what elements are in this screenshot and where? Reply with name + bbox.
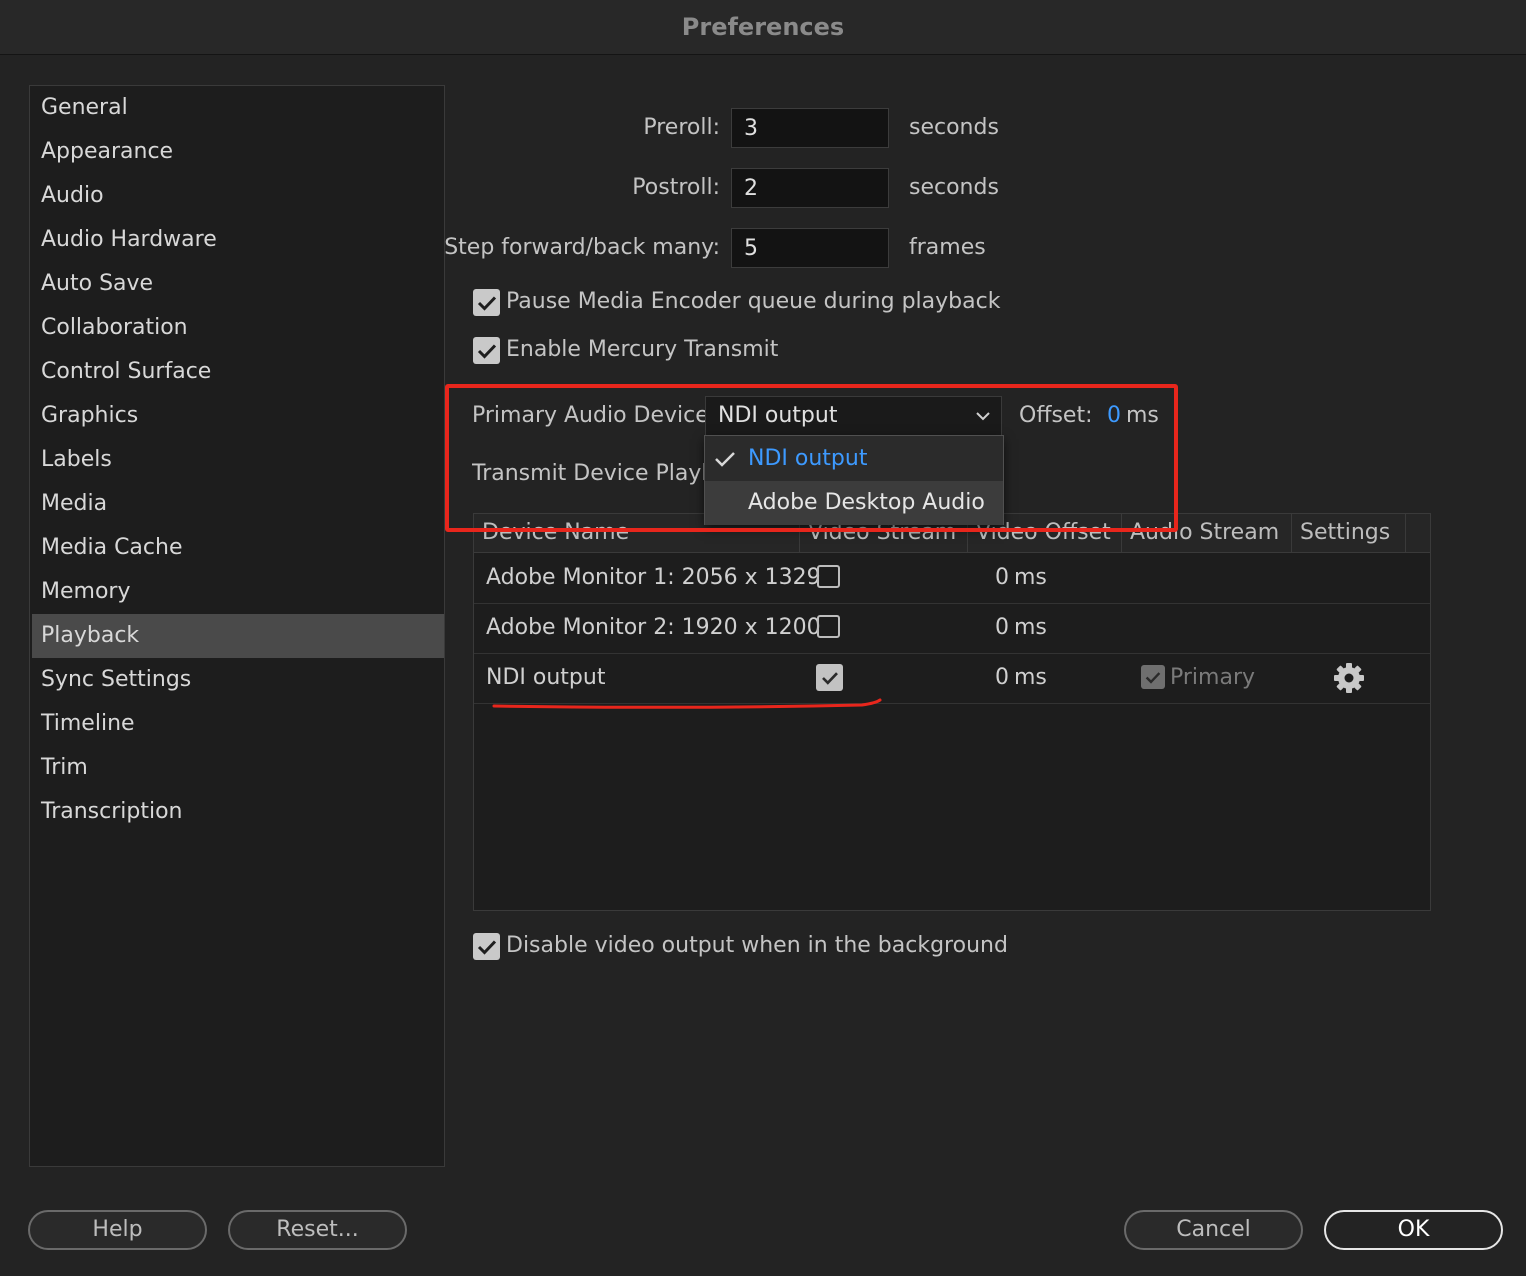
table-row: Adobe Monitor 1: 2056 x 1329 0 ms (474, 553, 1430, 604)
step-label: Step forward/back many: (444, 235, 720, 260)
menu-item-adobe-desktop-audio[interactable]: Adobe Desktop Audio (705, 481, 1003, 525)
checkmark-icon (477, 939, 496, 955)
disable-background-label: Disable video output when in the backgro… (506, 933, 1008, 958)
postroll-label: Postroll: (632, 175, 720, 200)
pause-encoder-checkbox[interactable] (473, 289, 500, 316)
cancel-button[interactable]: Cancel (1124, 1210, 1303, 1250)
sidebar-item-media-cache[interactable]: Media Cache (32, 526, 444, 570)
window-title: Preferences (681, 13, 845, 41)
offset-value[interactable]: 0 (1107, 396, 1121, 436)
reset-button[interactable]: Reset... (228, 1210, 407, 1250)
sidebar-item-audio-hardware[interactable]: Audio Hardware (32, 218, 444, 262)
video-offset-value[interactable]: 0 (995, 653, 1009, 703)
sidebar-item-labels[interactable]: Labels (32, 438, 444, 482)
ok-button[interactable]: OK (1324, 1210, 1503, 1250)
window-titlebar: Preferences (0, 0, 1526, 55)
pause-encoder-label: Pause Media Encoder queue during playbac… (506, 289, 1001, 314)
mercury-transmit-label: Enable Mercury Transmit (506, 337, 779, 362)
sidebar-item-trim[interactable]: Trim (32, 746, 444, 790)
device-name: Adobe Monitor 2: 1920 x 1200 (486, 615, 821, 640)
primary-audio-label: Primary Audio Device: (472, 403, 717, 428)
device-name: Adobe Monitor 1: 2056 x 1329 (486, 565, 821, 590)
sidebar-item-memory[interactable]: Memory (32, 570, 444, 614)
sidebar-item-control-surface[interactable]: Control Surface (32, 350, 444, 394)
offset-unit: ms (1126, 403, 1159, 428)
sidebar-item-auto-save[interactable]: Auto Save (32, 262, 444, 306)
sidebar-item-general[interactable]: General (32, 86, 444, 130)
preroll-unit: seconds (909, 115, 999, 140)
primary-audio-selected: NDI output (718, 403, 838, 428)
video-offset-unit: ms (1014, 565, 1047, 590)
column-settings[interactable]: Settings (1292, 514, 1406, 552)
primary-audio-dropdown[interactable]: NDI output (705, 396, 1002, 436)
checkmark-icon (1145, 671, 1161, 684)
sidebar-item-sync-settings[interactable]: Sync Settings (32, 658, 444, 702)
postroll-unit: seconds (909, 175, 999, 200)
audio-stream-checkbox (1141, 665, 1165, 689)
checkmark-icon (477, 343, 496, 359)
sidebar-item-audio[interactable]: Audio (32, 174, 444, 218)
gear-icon[interactable] (1332, 661, 1366, 701)
video-offset-value[interactable]: 0 (995, 553, 1009, 603)
video-stream-checkbox[interactable] (816, 664, 843, 691)
column-audio-stream[interactable]: Audio Stream (1122, 514, 1292, 552)
sidebar-item-transcription[interactable]: Transcription (32, 790, 444, 834)
video-offset-unit: ms (1014, 665, 1047, 690)
checkmark-icon (821, 671, 838, 685)
postroll-input[interactable] (731, 168, 889, 208)
preroll-label: Preroll: (643, 115, 720, 140)
sidebar-item-playback[interactable]: Playback (32, 614, 444, 658)
table-row: Adobe Monitor 2: 1920 x 1200 0 ms (474, 603, 1430, 654)
help-button[interactable]: Help (28, 1210, 207, 1250)
sidebar-item-media[interactable]: Media (32, 482, 444, 526)
transmit-playback-label: Transmit Device Playbac (472, 461, 704, 486)
audio-stream-label: Primary (1170, 665, 1256, 690)
audio-device-menu: NDI output Adobe Desktop Audio (704, 435, 1004, 525)
video-offset-value[interactable]: 0 (995, 603, 1009, 653)
sidebar-item-timeline[interactable]: Timeline (32, 702, 444, 746)
video-offset-unit: ms (1014, 615, 1047, 640)
checkmark-icon (477, 295, 496, 311)
sidebar-item-appearance[interactable]: Appearance (32, 130, 444, 174)
sidebar-item-graphics[interactable]: Graphics (32, 394, 444, 438)
menu-item-ndi-output[interactable]: NDI output (705, 437, 1003, 481)
preroll-input[interactable] (731, 108, 889, 148)
disable-background-checkbox[interactable] (473, 933, 500, 960)
mercury-transmit-checkbox[interactable] (473, 337, 500, 364)
annotation-underline (492, 698, 882, 709)
offset-label: Offset: (1019, 403, 1093, 428)
preferences-sidebar: General Appearance Audio Audio Hardware … (29, 85, 445, 1167)
step-unit: frames (909, 235, 986, 260)
video-stream-checkbox[interactable] (817, 615, 840, 638)
step-input[interactable] (731, 228, 889, 268)
video-stream-checkbox[interactable] (817, 565, 840, 588)
sidebar-item-collaboration[interactable]: Collaboration (32, 306, 444, 350)
